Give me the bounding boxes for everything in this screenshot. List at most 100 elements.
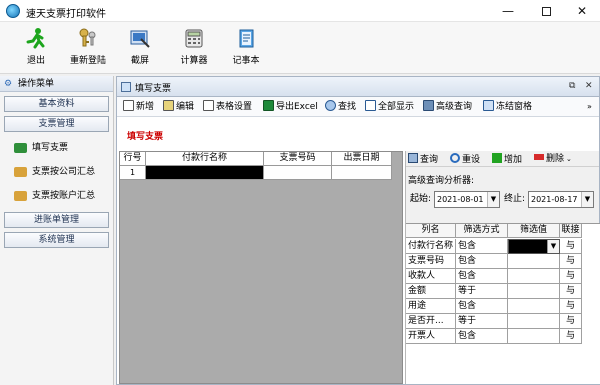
condition-mode[interactable]: 包含 <box>456 254 508 269</box>
child-window: 填写支票 ⧉ ✕ 新增 编辑 表格设置 导出Excel 查找 全部显示 高级查询… <box>116 76 600 385</box>
column-header[interactable]: 付款行名称 <box>146 152 264 166</box>
dropdown-arrow-icon[interactable]: ▼ <box>581 192 593 207</box>
screenshot-icon <box>128 26 152 50</box>
row-number-cell[interactable]: 1 <box>120 166 146 180</box>
column-header[interactable]: 列名 <box>406 224 456 238</box>
sidebar-group-checks[interactable]: 支票管理 <box>4 116 109 132</box>
minimize-button[interactable]: — <box>490 0 526 22</box>
screenshot-button[interactable]: 截屏 <box>122 26 158 72</box>
condition-join[interactable]: 与 <box>560 269 582 284</box>
calculator-button[interactable]: 计算器 <box>174 26 214 72</box>
sidebar-item-account-summary[interactable]: 支票按账户汇总 <box>0 184 113 208</box>
exit-button[interactable]: 退出 <box>18 26 54 72</box>
calculator-icon <box>182 26 206 50</box>
notepad-button[interactable]: 记事本 <box>226 26 266 72</box>
show-all-button[interactable]: 全部显示 <box>365 100 414 114</box>
column-header[interactable]: 支票号码 <box>264 152 332 166</box>
condition-value[interactable] <box>508 254 560 269</box>
query-panel: 查询 重设 增加 删除 ⌄ 高级查询分析器: 起始: 2021-08-01 ▼ 终… <box>405 151 600 384</box>
column-header[interactable]: 出票日期 <box>332 152 392 166</box>
toolbar-overflow-icon[interactable]: » <box>587 100 592 114</box>
keys-icon <box>76 26 100 50</box>
edit-button[interactable]: 编辑 <box>163 100 194 114</box>
new-button[interactable]: 新增 <box>123 100 154 114</box>
dropdown-arrow-icon[interactable]: ▼ <box>547 240 559 253</box>
column-header[interactable]: 联接 <box>560 224 582 238</box>
condition-name[interactable]: 开票人 <box>406 329 456 344</box>
reset-button[interactable]: 重设 <box>450 153 480 166</box>
title-bar: 速天支票打印软件 — ✕ <box>0 0 600 22</box>
condition-name[interactable]: 收款人 <box>406 269 456 284</box>
restore-icon[interactable]: ⧉ <box>569 81 575 91</box>
condition-mode[interactable]: 包含 <box>456 239 508 254</box>
condition-value[interactable] <box>508 269 560 284</box>
condition-value-select[interactable]: ▼ <box>508 239 560 254</box>
condition-join[interactable]: 与 <box>560 239 582 254</box>
form-title: 填写支票 <box>127 132 164 142</box>
condition-name[interactable]: 金额 <box>406 284 456 299</box>
condition-value[interactable] <box>508 299 560 314</box>
relogin-button[interactable]: 重新登陆 <box>64 26 112 72</box>
column-header[interactable]: 行号 <box>120 152 146 166</box>
sidebar-group-basic[interactable]: 基本资料 <box>4 96 109 112</box>
condition-mode[interactable]: 等于 <box>456 284 508 299</box>
start-label: 起始: <box>410 194 432 204</box>
main-toolbar: 退出 重新登陆 截屏 计算器 记事本 <box>0 22 600 74</box>
delete-condition-button[interactable]: 删除 ⌄ <box>534 153 572 166</box>
issue-date-cell[interactable] <box>332 166 392 180</box>
advanced-query-button[interactable]: 高级查询 <box>423 100 472 114</box>
condition-mode[interactable]: 包含 <box>456 269 508 284</box>
condition-join[interactable]: 与 <box>560 284 582 299</box>
condition-join[interactable]: 与 <box>560 299 582 314</box>
summary-icon <box>14 191 27 201</box>
condition-name[interactable]: 用途 <box>406 299 456 314</box>
check-icon <box>14 143 27 153</box>
freeze-icon <box>483 100 494 111</box>
start-date-picker[interactable]: 2021-08-01 ▼ <box>434 191 500 208</box>
sidebar-item-company-summary[interactable]: 支票按公司汇总 <box>0 160 113 184</box>
chevron-down-icon: ⌄ <box>566 155 572 163</box>
minus-icon <box>534 154 544 160</box>
sidebar-item-fill-check[interactable]: 填写支票 <box>0 136 113 160</box>
condition-value[interactable] <box>508 329 560 344</box>
close-icon[interactable]: ✕ <box>585 81 593 91</box>
query-conditions-grid[interactable]: 列名 筛选方式 筛选值 联接 付款行名称 包含 ▼ 与 支票号码 包含 与 收款… <box>406 223 600 384</box>
condition-name[interactable]: 付款行名称 <box>406 239 456 254</box>
condition-join[interactable]: 与 <box>560 254 582 269</box>
condition-join[interactable]: 与 <box>560 329 582 344</box>
sidebar-group-deposit[interactable]: 进账单管理 <box>4 212 109 228</box>
close-button[interactable]: ✕ <box>564 0 600 22</box>
sidebar: ⚙ 操作菜单 基本资料 支票管理 填写支票 支票按公司汇总 支票按账户汇总 进账… <box>0 76 114 385</box>
end-label: 终止: <box>504 194 526 204</box>
table-settings-button[interactable]: 表格设置 <box>203 100 252 114</box>
condition-mode[interactable]: 包含 <box>456 329 508 344</box>
condition-name[interactable]: 是否开... <box>406 314 456 329</box>
excel-icon <box>263 100 274 111</box>
column-header[interactable]: 筛选值 <box>508 224 560 238</box>
bank-name-cell[interactable] <box>146 166 264 180</box>
query-button[interactable]: 查询 <box>408 153 438 166</box>
check-number-cell[interactable] <box>264 166 332 180</box>
condition-value[interactable] <box>508 284 560 299</box>
condition-mode[interactable]: 包含 <box>456 299 508 314</box>
show-all-icon <box>365 100 376 111</box>
find-button[interactable]: 查找 <box>325 100 356 114</box>
freeze-panes-button[interactable]: 冻结窗格 <box>483 100 532 114</box>
add-condition-button[interactable]: 增加 <box>492 153 522 166</box>
child-toolbar: 新增 编辑 表格设置 导出Excel 查找 全部显示 高级查询 冻结窗格 » <box>117 97 599 117</box>
export-excel-button[interactable]: 导出Excel <box>263 100 318 114</box>
maximize-button[interactable] <box>528 0 564 22</box>
plus-icon <box>492 153 502 163</box>
column-header[interactable]: 筛选方式 <box>456 224 508 238</box>
checks-grid[interactable]: 行号 付款行名称 支票号码 出票日期 1 <box>119 151 403 384</box>
binoculars-icon <box>423 100 434 111</box>
sidebar-group-system[interactable]: 系统管理 <box>4 232 109 248</box>
condition-value[interactable] <box>508 314 560 329</box>
condition-join[interactable]: 与 <box>560 314 582 329</box>
menu-icon: ⚙ <box>4 79 13 89</box>
condition-name[interactable]: 支票号码 <box>406 254 456 269</box>
condition-mode[interactable]: 等于 <box>456 314 508 329</box>
dropdown-arrow-icon[interactable]: ▼ <box>487 192 499 207</box>
end-date-picker[interactable]: 2021-08-17 ▼ <box>528 191 594 208</box>
sidebar-header: ⚙ 操作菜单 <box>0 76 113 92</box>
